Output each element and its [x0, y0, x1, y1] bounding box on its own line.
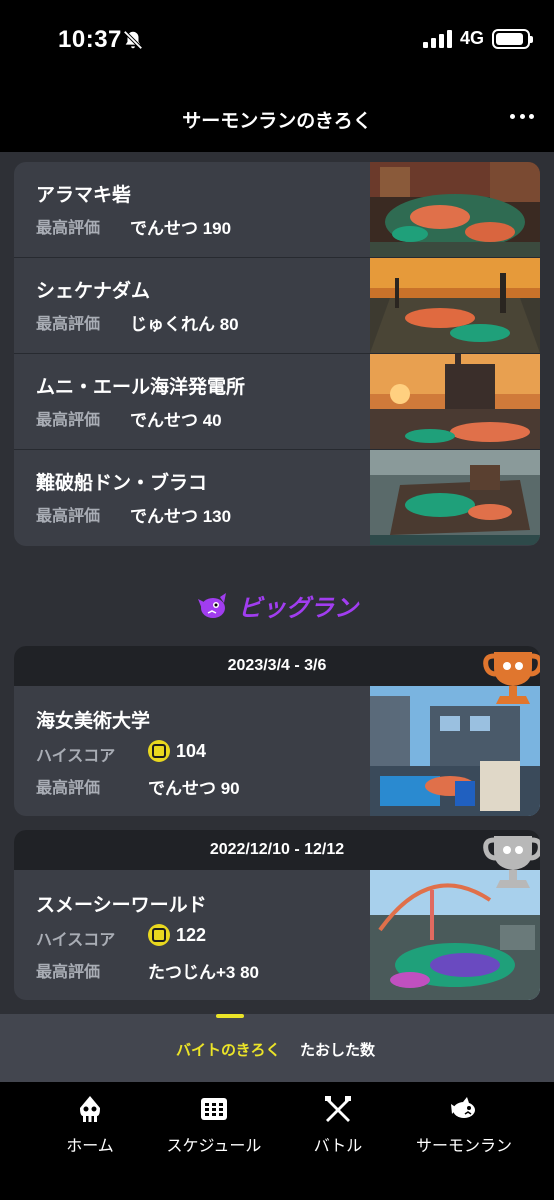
bronze-trophy-icon — [483, 652, 540, 704]
grade-value: じゅくれん 80 — [130, 315, 239, 334]
nav-label: サーモンラン — [415, 1138, 512, 1155]
squid-icon — [80, 1096, 100, 1122]
date-bar: 2022/12/10 - 12/12 — [14, 830, 540, 870]
grade-label: 最高評価 — [36, 780, 101, 797]
grade-value: でんせつ 130 — [130, 507, 232, 526]
big-run-date: 2023/3/4 - 3/6 — [227, 657, 327, 674]
nav-home[interactable]: ホーム — [30, 1094, 150, 1156]
big-run-card[interactable]: 2023/3/4 - 3/6 海女美術大学 ハイスコア 104 最高評価 でんせ… — [14, 646, 540, 816]
active-tab-indicator — [216, 1014, 244, 1018]
grade-value: でんせつ 90 — [148, 779, 240, 798]
stage-row[interactable]: シェケナダム 最高評価 じゅくれん 80 — [14, 258, 540, 354]
stage-name: 難破船ドン・ブラコ — [36, 473, 208, 494]
more-dot-icon — [519, 113, 525, 119]
stage-name: シェケナダム — [36, 281, 151, 302]
high-score: 122 — [176, 925, 207, 945]
stage-name: スメーシーワールド — [36, 895, 207, 916]
stage-row[interactable]: 難破船ドン・ブラコ 最高評価 でんせつ 130 — [14, 450, 540, 546]
golden-egg-icon — [148, 740, 170, 762]
stage-thumbnail — [370, 162, 540, 257]
big-run-date: 2022/12/10 - 12/12 — [209, 841, 345, 858]
battery-icon — [492, 28, 533, 49]
grade-label: 最高評価 — [36, 964, 101, 981]
stage-row[interactable]: アラマキ砦 最高評価 でんせつ 190 — [14, 162, 540, 258]
grade-value: たつじん+3 80 — [148, 963, 260, 982]
more-button[interactable] — [506, 104, 538, 128]
status-time: 10:37 — [58, 26, 122, 53]
network-label: 4G — [459, 28, 484, 48]
big-run-card[interactable]: 2022/12/10 - 12/12 スメーシーワールド ハイスコア 122 最… — [14, 830, 540, 1000]
stage-name: 海女美術大学 — [36, 711, 151, 732]
big-run-title: ビッグラン — [238, 595, 358, 622]
nav-label: ホーム — [66, 1138, 114, 1155]
nav-salmon-run[interactable]: サーモンラン — [404, 1094, 524, 1156]
signal-icon — [422, 29, 452, 48]
status-bar: 10:37 4G — [0, 0, 554, 84]
big-run-heading: ビッグラン — [0, 588, 554, 623]
golden-egg-icon — [148, 924, 170, 946]
status-indicators: 4G — [422, 28, 533, 49]
nav-label: バトル — [313, 1138, 363, 1155]
stage-thumbnail — [370, 258, 540, 353]
score-label: ハイスコア — [36, 748, 116, 765]
battery-fill — [496, 32, 523, 45]
stage-name: ムニ・エール海洋発電所 — [36, 377, 246, 398]
more-dot-icon — [529, 113, 534, 119]
grade-label: 最高評価 — [36, 220, 101, 237]
high-score: 104 — [176, 741, 207, 761]
bottom-nav: ホーム スケジュール バトル サーモンラン — [0, 1082, 554, 1200]
nav-battle[interactable]: バトル — [278, 1094, 398, 1156]
stage-list: アラマキ砦 最高評価 でんせつ 190 シェケナダム 最高評価 じゅくれん 80 — [14, 162, 540, 546]
silver-trophy-icon — [483, 836, 540, 888]
stage-thumbnail — [370, 450, 540, 545]
crossed-weapons-icon — [325, 1096, 351, 1122]
muted-bell-icon — [123, 30, 143, 50]
grade-value: でんせつ 40 — [130, 411, 222, 430]
grade-label: 最高評価 — [36, 412, 101, 429]
grade-value: でんせつ 190 — [130, 219, 232, 238]
tab-work-records[interactable]: バイトのきろく — [176, 1039, 281, 1060]
nav-label: スケジュール — [166, 1138, 262, 1155]
grade-label: 最高評価 — [36, 508, 101, 525]
stage-row[interactable]: ムニ・エール海洋発電所 最高評価 でんせつ 40 — [14, 354, 540, 450]
nav-schedule[interactable]: スケジュール — [154, 1094, 274, 1156]
score-label: ハイスコア — [36, 932, 116, 949]
stage-name: アラマキ砦 — [36, 185, 132, 206]
big-run-salmon-icon — [198, 592, 226, 618]
stage-thumbnail — [370, 354, 540, 449]
more-dot-icon — [510, 113, 515, 119]
nav-header: サーモンランのきろく — [0, 84, 554, 152]
page-title: サーモンランのきろく — [182, 111, 372, 132]
segment-tabs: バイトのきろく たおした数 — [0, 1014, 554, 1082]
salmon-icon — [451, 1097, 475, 1118]
date-bar: 2023/3/4 - 3/6 — [14, 646, 540, 686]
grade-label: 最高評価 — [36, 316, 101, 333]
calendar-icon — [201, 1098, 227, 1120]
tab-defeated-count[interactable]: たおした数 — [300, 1039, 375, 1060]
main-content[interactable]: アラマキ砦 最高評価 でんせつ 190 シェケナダム 最高評価 じゅくれん 80 — [0, 152, 554, 1082]
